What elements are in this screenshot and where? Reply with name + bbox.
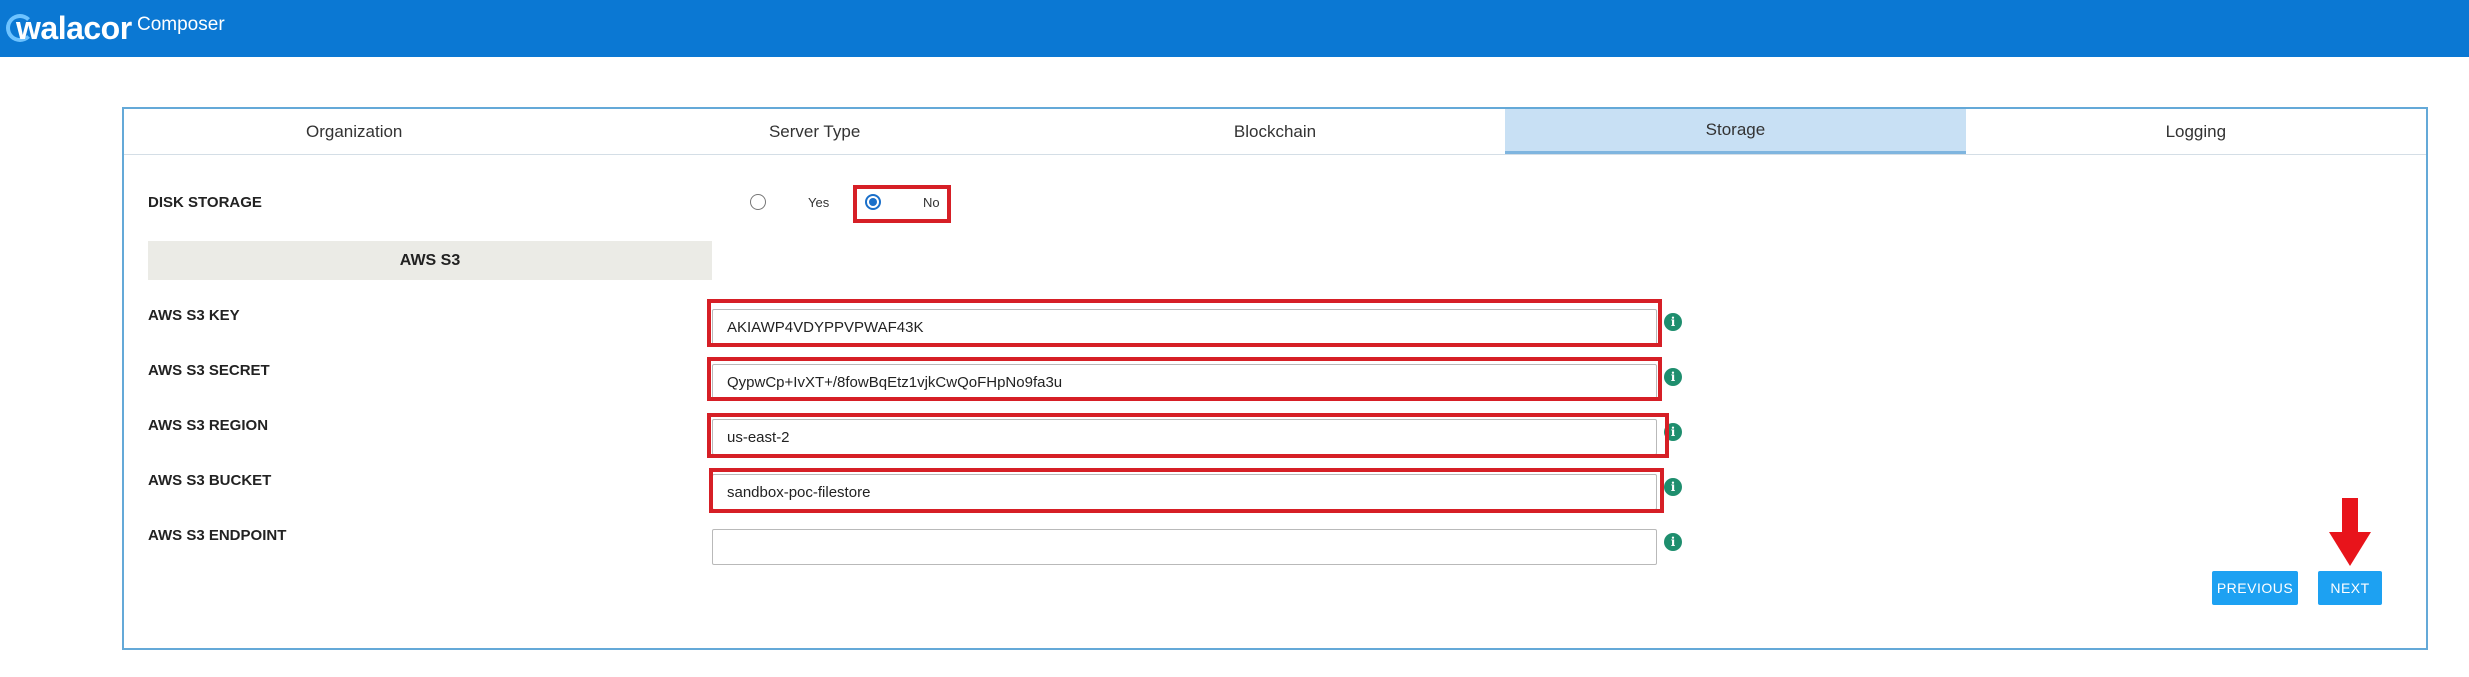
aws-s3-bucket-input[interactable] xyxy=(712,474,1657,510)
aws-s3-secret-input[interactable] xyxy=(712,364,1657,400)
aws-s3-bucket-label: AWS S3 BUCKET xyxy=(148,472,272,489)
step-tabs: Organization Server Type Blockchain Stor… xyxy=(124,109,2426,155)
next-button[interactable]: NEXT xyxy=(2318,571,2382,605)
tab-storage[interactable]: Storage xyxy=(1505,109,1966,154)
aws-s3-endpoint-label: AWS S3 ENDPOINT xyxy=(148,527,287,544)
aws-s3-endpoint-info-icon[interactable]: i xyxy=(1664,533,1682,551)
app-name: Composer xyxy=(137,14,225,35)
red-down-arrow-icon xyxy=(2329,498,2371,566)
disk-storage-yes-label[interactable]: Yes xyxy=(808,195,829,210)
aws-s3-key-label: AWS S3 KEY xyxy=(148,307,240,324)
disk-storage-no-label[interactable]: No xyxy=(923,195,940,210)
disk-storage-yes-radio[interactable] xyxy=(750,194,766,210)
aws-s3-region-label: AWS S3 REGION xyxy=(148,417,269,434)
previous-button[interactable]: PREVIOUS xyxy=(2212,571,2298,605)
aws-s3-key-input[interactable] xyxy=(712,309,1657,345)
aws-s3-region-info-icon[interactable]: i xyxy=(1664,423,1682,441)
tab-organization[interactable]: Organization xyxy=(124,109,584,154)
tab-logging[interactable]: Logging xyxy=(1966,109,2426,154)
aws-s3-secret-label: AWS S3 SECRET xyxy=(148,362,270,379)
tab-blockchain[interactable]: Blockchain xyxy=(1045,109,1505,154)
top-bar: walacor Composer xyxy=(0,0,2469,57)
disk-storage-no-radio[interactable] xyxy=(865,194,881,210)
aws-s3-secret-info-icon[interactable]: i xyxy=(1664,368,1682,386)
aws-s3-endpoint-input[interactable] xyxy=(712,529,1657,565)
aws-s3-key-info-icon[interactable]: i xyxy=(1664,313,1682,331)
walacor-logo[interactable]: walacor xyxy=(6,8,132,48)
disk-storage-label: DISK STORAGE xyxy=(148,194,262,211)
aws-s3-region-input[interactable] xyxy=(712,419,1657,455)
aws-s3-bucket-info-icon[interactable]: i xyxy=(1664,478,1682,496)
aws-s3-section-header: AWS S3 xyxy=(148,241,712,280)
tab-server-type[interactable]: Server Type xyxy=(584,109,1044,154)
